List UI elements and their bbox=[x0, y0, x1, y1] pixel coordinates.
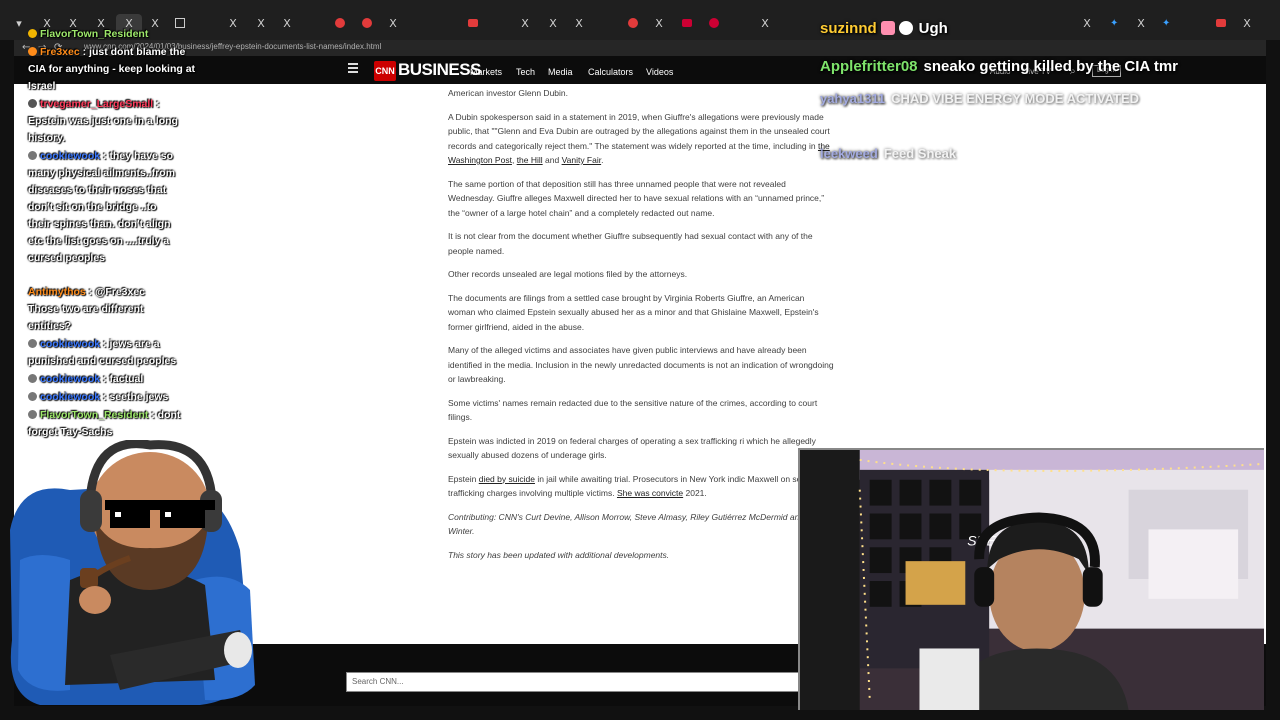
paragraph-text: 2021. bbox=[683, 488, 707, 498]
browser-tab[interactable]: X bbox=[512, 14, 538, 34]
browser-tab[interactable]: X bbox=[1128, 14, 1154, 34]
paragraph-text: A Dubin spokesperson said in a statement… bbox=[448, 111, 830, 151]
favicon-icon bbox=[628, 18, 638, 28]
chat-message: cookiewook : factual bbox=[28, 371, 188, 388]
browser-tab[interactable]: X bbox=[1234, 14, 1260, 34]
convicted-link[interactable]: She was convicte bbox=[617, 488, 683, 498]
chat-text: Ugh bbox=[918, 20, 948, 37]
article-paragraph: Many of the alleged victims and associat… bbox=[448, 345, 834, 384]
chat-username: cookiewook bbox=[40, 391, 101, 403]
chat-username: leekweed bbox=[820, 146, 878, 161]
the-hill-link[interactable]: the Hill bbox=[517, 155, 543, 165]
chat-text: sneako getting killed by the CIA tmr bbox=[923, 58, 1179, 75]
article-paragraph: The same portion of that deposition stil… bbox=[448, 178, 825, 218]
chat-username: FlavorTown_Resident bbox=[40, 28, 149, 40]
business-section-title[interactable]: BUSINESS bbox=[398, 60, 481, 80]
chat-message: Antimythos : @Fre3xec Those two are diff… bbox=[28, 284, 153, 335]
browser-tab[interactable]: X bbox=[380, 14, 406, 34]
nav-tech[interactable]: Tech bbox=[516, 67, 535, 77]
article-paragraph: American investor Glenn Dubin. bbox=[448, 88, 569, 98]
paragraph-text: and bbox=[542, 155, 562, 165]
article-paragraph: A Dubin spokesperson said in a statement… bbox=[448, 110, 834, 168]
chat-message: FlavorTown_Resident : dont forget Tay-Sa… bbox=[28, 407, 188, 441]
chat-text: Feed Sneak bbox=[883, 146, 957, 161]
nav-calculators[interactable]: Calculators bbox=[588, 67, 633, 77]
chat-username: cookiewook bbox=[40, 373, 101, 385]
chat-badge-icon bbox=[28, 339, 37, 348]
chat-message: cookiewook : seethe jews bbox=[28, 389, 188, 406]
chat-text: : they have so many physical ailments..f… bbox=[28, 150, 176, 264]
chat-badge-icon bbox=[28, 392, 37, 401]
chat-text: : factual bbox=[100, 373, 144, 385]
webcam-feed: SNEAKO bbox=[798, 448, 1264, 710]
chat-username: Antimythos bbox=[28, 286, 86, 298]
chat-message: Fre3xec : just dont blame the CIA for an… bbox=[28, 44, 198, 95]
article-paragraph: Epstein was indicted in 2019 on federal … bbox=[448, 435, 816, 461]
search-input[interactable]: Search CNN... bbox=[346, 672, 802, 692]
chat-badge-icon bbox=[28, 29, 37, 38]
chat-badge-icon bbox=[898, 21, 913, 35]
chat-username: yahya1311 bbox=[820, 91, 886, 106]
chat-badge-icon bbox=[28, 99, 37, 108]
article-body: American investor Glenn Dubin. A Dubin s… bbox=[448, 86, 834, 571]
chat-badge-icon bbox=[28, 374, 37, 383]
nav-markets[interactable]: Markets bbox=[470, 67, 502, 77]
favicon-icon bbox=[709, 18, 719, 28]
youtube-favicon-icon bbox=[468, 19, 478, 27]
twitter-favicon-icon: ✦ bbox=[1162, 18, 1171, 29]
favicon-icon bbox=[362, 18, 372, 28]
chat-badge-icon bbox=[28, 47, 37, 56]
article-paragraph: It is not clear from the document whethe… bbox=[448, 231, 813, 256]
browser-tab[interactable]: X bbox=[274, 14, 300, 34]
vanity-fair-link[interactable]: Vanity Fair bbox=[562, 155, 602, 165]
chat-badge-icon bbox=[880, 21, 895, 35]
chat-message: cookiewook : they have so many physical … bbox=[28, 148, 178, 267]
browser-tab[interactable]: X bbox=[540, 14, 566, 34]
update-note: This story has been updated with additio… bbox=[448, 549, 670, 560]
chat-username: Applefritter08 bbox=[820, 58, 918, 75]
chat-badge-icon bbox=[28, 151, 37, 160]
chat-username: cookiewook bbox=[40, 338, 101, 350]
nav-media[interactable]: Media bbox=[548, 67, 573, 77]
streamer-avatar-illustration bbox=[10, 440, 255, 705]
paragraph-text: Epstein bbox=[448, 473, 479, 484]
overlay-chat-message: suzinnd Ugh bbox=[820, 20, 948, 38]
youtube-favicon-icon bbox=[1216, 19, 1226, 27]
chat-username: Fre3xec bbox=[40, 46, 80, 58]
chat-text: CHAD VIBE ENERGY MODE ACTIVATED bbox=[891, 91, 1140, 106]
stream-frame: ▾ X X X X X X X X X X X X X X X X X ✦ ✦ … bbox=[0, 0, 1280, 720]
chat-username: FlavorTown_Resident bbox=[40, 409, 149, 421]
chat-username: cookiewook bbox=[40, 150, 101, 162]
address-bar: ← → ⟳ www.cnn.com/2024/01/03/business/je… bbox=[14, 40, 1266, 56]
twitter-favicon-icon: ✦ bbox=[1110, 18, 1119, 29]
article-paragraph: Other records unsealed are legal motions… bbox=[448, 269, 688, 279]
chat-message: trvegamer_LargeSmall : Epstein was just … bbox=[28, 96, 178, 147]
favicon-icon bbox=[335, 18, 345, 28]
browser-tab[interactable]: X bbox=[566, 14, 592, 34]
chat-badge-icon bbox=[28, 410, 37, 419]
paragraph-text: . bbox=[601, 155, 604, 165]
cnn-logo[interactable]: CNN bbox=[374, 61, 396, 81]
overlay-chat-message: yahya1311 CHAD VIBE ENERGY MODE ACTIVATED bbox=[820, 90, 1139, 108]
died-by-suicide-link[interactable]: died by suicide bbox=[479, 474, 535, 484]
browser-tab[interactable]: X bbox=[752, 14, 778, 34]
browser-tab[interactable]: X bbox=[248, 14, 274, 34]
contributors-note: Contributing: CNN's Curt Devine, Allison… bbox=[448, 511, 821, 537]
overlay-chat-message: Applefritter08 sneako getting killed by t… bbox=[820, 58, 1178, 76]
article-paragraph: Some victims' names remain redacted due … bbox=[448, 397, 818, 423]
nav-videos[interactable]: Videos bbox=[646, 67, 673, 77]
chat-username: suzinnd bbox=[820, 20, 877, 37]
hamburger-menu-icon[interactable] bbox=[348, 63, 358, 73]
chat-text: : seethe jews bbox=[100, 391, 169, 403]
chat-message: FlavorTown_Resident bbox=[28, 26, 198, 43]
chat-message: cookiewook : jews are a punished and cur… bbox=[28, 336, 183, 370]
browser-tab[interactable]: X bbox=[646, 14, 672, 34]
overlay-chat-message: leekweed Feed Sneak bbox=[820, 145, 956, 163]
article-paragraph: The documents are filings from a settled… bbox=[448, 292, 819, 332]
browser-tab[interactable]: X bbox=[220, 14, 246, 34]
browser-tab[interactable]: X bbox=[1074, 14, 1100, 34]
youtube-favicon-icon bbox=[682, 19, 692, 27]
chat-username: trvegamer_LargeSmall bbox=[40, 98, 154, 110]
article-paragraph: Epstein died by suicide in jail while aw… bbox=[448, 472, 834, 501]
